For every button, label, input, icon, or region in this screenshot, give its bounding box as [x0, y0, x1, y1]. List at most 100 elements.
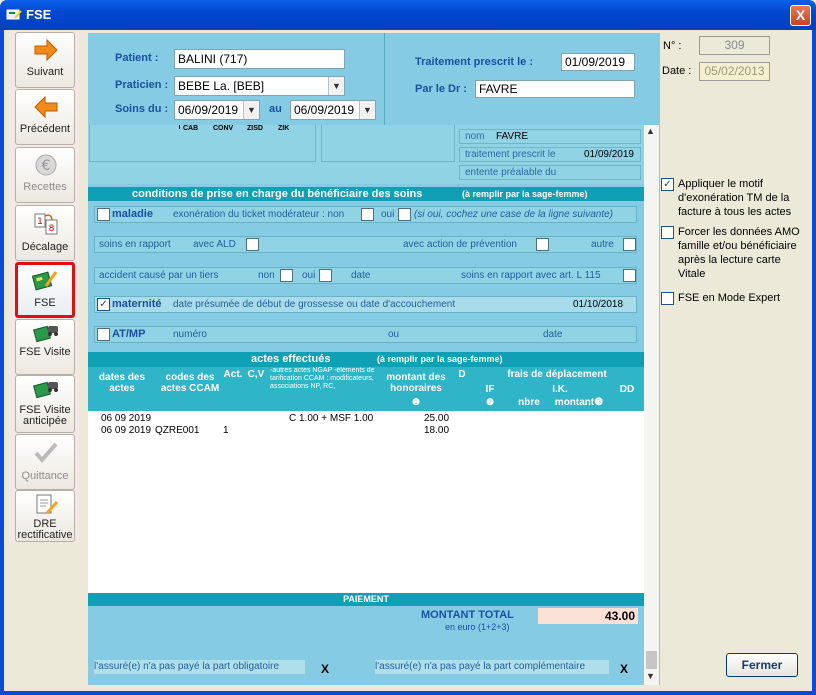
patient-label: Patient : [115, 52, 159, 64]
divider [384, 33, 385, 125]
option-forcer-amo-checkbox[interactable] [661, 226, 674, 239]
oblig-label: l'assuré(e) n'a pas payé la part obligat… [94, 660, 305, 674]
col-dd: DD [619, 384, 635, 395]
accident-oui-checkbox[interactable] [319, 269, 332, 282]
maternite-checkbox[interactable]: ✓ [97, 298, 110, 311]
accident-non-checkbox[interactable] [280, 269, 293, 282]
soins-from-date[interactable]: 06/09/2019 ▼ [174, 100, 260, 120]
atmp-numero-label: numéro [173, 329, 207, 340]
fse-visite-anticipee-button[interactable]: FSE Visite anticipée [15, 375, 75, 433]
partial-box [321, 125, 455, 162]
soins-rapport-label: soins en rapport [99, 239, 171, 250]
svg-text:1: 1 [37, 217, 43, 227]
soins-to-date[interactable]: 06/09/2019 ▼ [290, 100, 376, 120]
traitement-date-field[interactable]: 01/09/2019 [561, 53, 635, 71]
dre-rectificative-button[interactable]: DRE rectificative [15, 490, 75, 542]
suivant-button[interactable]: Suivant [15, 32, 75, 88]
window-frame-bottom [0, 691, 816, 695]
actes-table: 06 09 2019 C 1.00 + MSF 1.00 25.00 06 09… [88, 411, 644, 594]
sidebar-item-label: FSE Visite [19, 346, 71, 358]
grossesse-date: 01/10/2018 [573, 299, 624, 310]
col-codes: codes des actes CCAM [160, 372, 220, 394]
oblig-mark[interactable]: X [321, 662, 329, 676]
total-label: MONTANT TOTAL [421, 609, 514, 621]
actes-header: actes effectués (à remplir par la sage-f… [88, 352, 644, 367]
accident-row: accident causé par un tiers non oui date… [94, 267, 637, 284]
date-field: 05/02/2013 [699, 62, 770, 81]
col-d: D [458, 369, 466, 380]
sidebar-item-label: Quittance [21, 470, 69, 482]
svg-text:8: 8 [49, 224, 55, 234]
card-car-icon [33, 381, 58, 399]
window-frame-left [0, 30, 4, 695]
table-row[interactable]: 06 09 2019 C 1.00 + MSF 1.00 25.00 [88, 411, 644, 424]
soins-label: Soins du : [115, 103, 169, 115]
fse-button[interactable]: FSE [15, 262, 75, 318]
atmp-row: AT/MP numéro ou date [94, 326, 637, 343]
traitement-row: traitement prescrit le 01/09/2019 [459, 147, 641, 162]
col-if-num: ❷ [485, 397, 495, 407]
vertical-scrollbar[interactable]: ▲ ▼ [644, 123, 659, 685]
sidebar-item-label: FSE [34, 297, 56, 309]
dr-field[interactable]: FAVRE [475, 80, 635, 98]
maladie-checkbox[interactable] [97, 208, 110, 221]
sidebar: Suivant Précédent € Recettes 18 Décalage… [9, 32, 79, 542]
option-mode-expert-label: FSE en Mode Expert [678, 292, 781, 304]
entente-row: entente préalable du [459, 165, 641, 180]
chevron-down-icon[interactable]: ▼ [328, 77, 344, 95]
code-zisd: ZISD [247, 125, 263, 132]
exoneration-non-checkbox[interactable] [361, 208, 374, 221]
scroll-up-icon[interactable]: ▲ [646, 126, 655, 136]
scroll-thumb[interactable] [646, 651, 657, 669]
quittance-button[interactable]: Quittance [15, 434, 75, 490]
option-mode-expert-checkbox[interactable] [661, 292, 674, 305]
prevention-label: avec action de prévention [403, 239, 517, 250]
title-bar [0, 0, 816, 30]
patient-field[interactable]: BALINI (717) [174, 49, 345, 69]
col-frais: frais de déplacement [507, 369, 607, 380]
art-l115-checkbox[interactable] [623, 269, 636, 282]
sidebar-item-label: FSE Visite anticipée [19, 404, 71, 427]
row-montant: 18.00 [424, 425, 450, 436]
recettes-button[interactable]: € Recettes [15, 147, 75, 203]
card-car-icon [33, 325, 58, 343]
scroll-down-icon[interactable]: ▼ [646, 671, 655, 681]
chevron-down-icon[interactable]: ▼ [359, 101, 375, 119]
compl-mark[interactable]: X [620, 662, 628, 676]
code-zik: ZIK [278, 125, 290, 132]
sidebar-item-label: DRE rectificative [17, 518, 73, 541]
accident-label: accident causé par un tiers [99, 270, 219, 281]
ald-checkbox[interactable] [246, 238, 259, 251]
code-conv: CONV [213, 125, 234, 132]
calendar-icon: 18 [34, 213, 58, 235]
close-window-button[interactable]: X [790, 5, 811, 26]
table-row[interactable]: 06 09 2019 QZRE001 1 18.00 [88, 423, 644, 436]
col-dates: dates des actes [98, 372, 146, 394]
accident-oui-label: oui [302, 270, 316, 281]
au-label: au [269, 103, 282, 115]
col-montant: montant des honoraires [386, 372, 446, 394]
code-cab: CAB [183, 125, 199, 132]
decalage-button[interactable]: 18 Décalage [15, 205, 75, 261]
entente-label: entente préalable du [465, 167, 557, 178]
prevention-checkbox[interactable] [536, 238, 549, 251]
traitement-prescrit-value: 01/09/2019 [583, 149, 634, 160]
chevron-down-icon[interactable]: ▼ [243, 101, 259, 119]
option-exoneration-checkbox[interactable]: ✓ [661, 178, 674, 191]
praticien-select[interactable]: BEBE La. [BEB] ▼ [174, 76, 345, 96]
precedent-button[interactable]: Précédent [15, 89, 75, 145]
soins-rapport-row: soins en rapport avec ALD avec action de… [94, 236, 637, 253]
exoneration-oui-checkbox[interactable] [398, 208, 411, 221]
compl-label: l'assuré(e) n'a pas payé la part complém… [375, 660, 609, 674]
total-sub: en euro (1+2+3) [445, 622, 510, 632]
fse-visite-button[interactable]: FSE Visite [15, 319, 75, 375]
autre-checkbox[interactable] [623, 238, 636, 251]
fermer-button[interactable]: Fermer [726, 653, 798, 677]
sidebar-item-label: Précédent [19, 123, 71, 135]
nom-row: nom FAVRE [459, 129, 641, 144]
atmp-checkbox[interactable] [97, 328, 110, 341]
col-if: IF [485, 384, 495, 395]
traitement-prescrit-label: traitement prescrit le [465, 149, 556, 160]
col-montant-num: ❶ [411, 397, 421, 407]
window-frame-right [812, 30, 816, 695]
